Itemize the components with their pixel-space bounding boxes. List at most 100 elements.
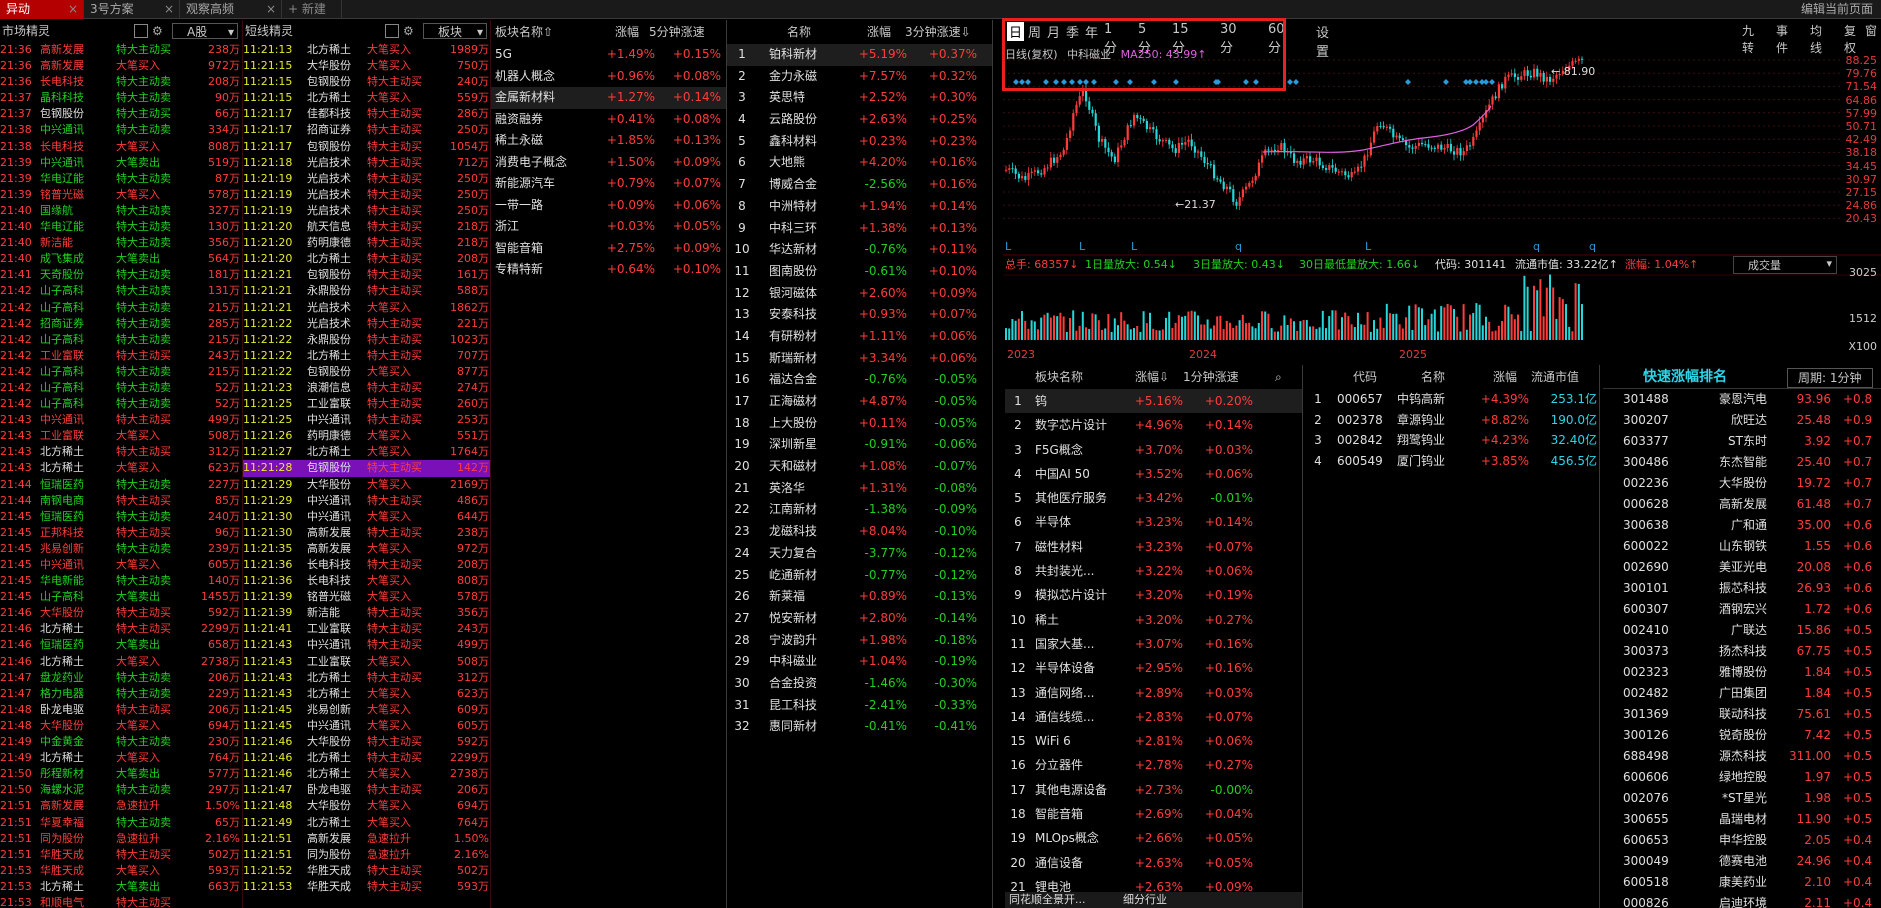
list-item[interactable]: 002323 雅博股份 1.84 +0.5 (1603, 662, 1881, 683)
list-item[interactable]: 21:40 成飞集成 大笔卖出 564万 (0, 251, 242, 267)
list-item[interactable]: 21:40 新洁能 特大主动卖 356万 (0, 235, 242, 251)
list-item[interactable]: 30 合金投资 -1.46% -0.30% (727, 673, 992, 695)
list-item[interactable]: 11:21:43 工业富联 大笔买入 508万 (243, 654, 490, 670)
list-item[interactable]: 21:42 山子高科 特大主动卖 131万 (0, 283, 242, 299)
list-item[interactable]: 11:21:26 药明康德 大笔买入 551万 (243, 428, 490, 444)
list-item[interactable]: 11:21:20 药明康德 特大主动买 218万 (243, 235, 490, 251)
list-item[interactable]: 002236 大华股份 19.72 +0.7 (1603, 473, 1881, 494)
list-item[interactable]: 002410 广联达 15.86 +0.5 (1603, 620, 1881, 641)
list-item[interactable]: 11:21:46 大华股份 特大主动买 592万 (243, 734, 490, 750)
list-item[interactable]: 10 稀土 +3.20% +0.27% (1005, 608, 1302, 632)
list-item[interactable]: 21:42 工业富联 特大主动买 243万 (0, 348, 242, 364)
list-item[interactable]: 21:53 华胜天成 大笔买入 593万 (0, 863, 242, 879)
list-item[interactable]: 融资融券 +0.41% +0.08% (491, 109, 726, 131)
list-item[interactable]: 一带一路 +0.09% +0.06% (491, 195, 726, 217)
search-icon[interactable]: ⌕ (1275, 365, 1282, 389)
list-item[interactable]: 17 正海磁材 +4.87% -0.05% (727, 391, 992, 413)
col-name[interactable]: 名称 (787, 20, 811, 44)
list-item[interactable]: 11:21:13 北方稀土 大笔买入 1989万 (243, 42, 490, 58)
market-select[interactable]: A股 ▾ (172, 23, 238, 39)
list-item[interactable]: 300207 欣旺达 25.48 +0.9 (1603, 410, 1881, 431)
list-item[interactable]: 11:21:22 北方稀土 特大主动买 707万 (243, 348, 490, 364)
list-item[interactable]: 1 钨 +5.16% +0.20% (1005, 389, 1302, 414)
list-item[interactable]: 300486 东杰智能 25.40 +0.7 (1603, 452, 1881, 473)
list-item[interactable]: 8 共封装光... +3.22% +0.06% (1005, 559, 1302, 583)
list-item[interactable]: 21:42 山子高科 特大主动卖 215万 (0, 300, 242, 316)
list-item[interactable]: 21:51 华胜天成 特大主动买 502万 (0, 847, 242, 863)
col-code[interactable]: 代码 (1353, 365, 1377, 389)
col-1min-speed[interactable]: 1分钟涨速 (1183, 365, 1239, 389)
list-item[interactable]: 3 F5G概念 +3.70% +0.03% (1005, 438, 1302, 462)
list-item[interactable]: 4 云路股份 +2.63% +0.25% (727, 109, 992, 131)
list-item[interactable]: 32 惠同新材 -0.41% -0.41% (727, 716, 992, 738)
list-item[interactable]: 21:42 山子高科 特大主动卖 215万 (0, 364, 242, 380)
close-icon[interactable]: × (164, 0, 174, 19)
list-item[interactable]: 19 深圳新星 -0.91% -0.06% (727, 434, 992, 456)
list-item[interactable]: 10 华达新材 -0.76% +0.11% (727, 239, 992, 261)
list-item[interactable]: 11:21:25 工业富联 特大主动买 260万 (243, 396, 490, 412)
list-item[interactable]: 14 有研粉材 +1.11% +0.06% (727, 326, 992, 348)
list-item[interactable]: 21:44 南钢电商 特大主动买 85万 (0, 493, 242, 509)
list-item[interactable]: 12 半导体设备 +2.95% +0.16% (1005, 656, 1302, 680)
list-item[interactable]: 11 图南股份 -0.61% +0.10% (727, 261, 992, 283)
col-name[interactable]: 名称 (1421, 365, 1445, 389)
list-item[interactable]: 21:45 兆易创新 特大主动卖 239万 (0, 541, 242, 557)
list-item[interactable]: 31 昆工科技 -2.41% -0.33% (727, 695, 992, 717)
list-item[interactable]: 18 智能音箱 +2.69% +0.04% (1005, 802, 1302, 826)
list-item[interactable]: 21:37 晶科科技 特大主动卖 90万 (0, 90, 242, 106)
list-item[interactable]: 21:42 招商证券 特大主动卖 285万 (0, 316, 242, 332)
list-item[interactable]: 智能音箱 +2.75% +0.09% (491, 238, 726, 260)
list-item[interactable]: 11:21:39 新洁能 特大主动买 356万 (243, 605, 490, 621)
list-item[interactable]: 21:39 中兴通讯 大笔卖出 519万 (0, 155, 242, 171)
list-item[interactable]: 15 斯瑞新材 +3.34% +0.06% (727, 348, 992, 370)
list-item[interactable]: 2 002378 章源钨业 +8.82% 190.0亿 (1307, 410, 1599, 431)
list-item[interactable]: 21:47 盘龙药业 特大主动卖 206万 (0, 670, 242, 686)
list-item[interactable]: 11:21:29 中兴通讯 特大主动买 486万 (243, 493, 490, 509)
list-item[interactable]: 21:37 包钢股份 特大主动买 66万 (0, 106, 242, 122)
list-item[interactable]: 11:21:41 工业富联 特大主动买 243万 (243, 621, 490, 637)
list-item[interactable]: 11:21:36 长电科技 大笔买入 808万 (243, 573, 490, 589)
list-item[interactable]: 20 天和磁材 +1.08% -0.07% (727, 456, 992, 478)
list-item[interactable]: 7 博威合金 -2.56% +0.16% (727, 174, 992, 196)
list-item[interactable]: 6 大地熊 +4.20% +0.16% (727, 152, 992, 174)
list-item[interactable]: 12 银河磁体 +2.60% +0.09% (727, 283, 992, 305)
list-item[interactable]: 11:21:46 北方稀土 大笔买入 2738万 (243, 766, 490, 782)
list-item[interactable]: 21 英洛华 +1.31% -0.08% (727, 478, 992, 500)
list-item[interactable]: 11:21:23 浪潮信息 特大主动买 274万 (243, 380, 490, 396)
tab-plan3[interactable]: 3号方案 × (84, 0, 180, 19)
list-item[interactable]: 000628 高新发展 61.48 +0.7 (1603, 494, 1881, 515)
list-item[interactable]: 21:43 北方稀土 特大主动买 312万 (0, 444, 242, 460)
close-icon[interactable]: × (68, 0, 78, 19)
list-item[interactable]: 20 通信设备 +2.63% +0.05% (1005, 851, 1302, 875)
col-change[interactable]: 涨幅⇩ (1135, 365, 1169, 389)
col-change[interactable]: 涨幅 (1493, 365, 1517, 389)
period-select[interactable]: 周期: 1分钟 (1787, 368, 1873, 388)
list-item[interactable]: 11:21:51 同为股份 急速拉升 2.16% (243, 847, 490, 863)
list-item[interactable]: 11:21:49 北方稀土 大笔买入 764万 (243, 815, 490, 831)
list-item[interactable]: 26 新莱福 +0.89% -0.13% (727, 586, 992, 608)
list-item[interactable]: 16 福达合金 -0.76% -0.05% (727, 369, 992, 391)
list-item[interactable]: 300101 振芯科技 26.93 +0.6 (1603, 578, 1881, 599)
list-item[interactable]: 300638 广和通 35.00 +0.6 (1603, 515, 1881, 536)
list-item[interactable]: 21:46 北方稀土 大笔买入 2738万 (0, 654, 242, 670)
list-item[interactable]: 18 上大股份 +0.11% -0.05% (727, 413, 992, 435)
list-item[interactable]: 21:51 高新发展 急速拉升 1.50% (0, 798, 242, 814)
list-item[interactable]: 11:21:36 长电科技 特大主动买 208万 (243, 557, 490, 573)
col-sector-name[interactable]: 板块名称 (1035, 365, 1083, 389)
list-item[interactable]: 16 分立器件 +2.78% +0.27% (1005, 753, 1302, 777)
gear-icon[interactable]: ⚙ (403, 20, 414, 42)
list-item[interactable]: 11:21:15 包钢股份 特大主动买 240万 (243, 74, 490, 90)
list-item[interactable]: 11:21:43 北方稀土 特大主动买 312万 (243, 670, 490, 686)
list-item[interactable]: 专精特新 +0.64% +0.10% (491, 259, 726, 281)
list-item[interactable]: 21:36 高新发展 大笔买入 972万 (0, 58, 242, 74)
list-item[interactable]: 688498 源杰科技 311.00 +0.5 (1603, 746, 1881, 767)
list-item[interactable]: 13 通信网络... +2.89% +0.03% (1005, 681, 1302, 705)
list-item[interactable]: 11:21:15 大华股份 大笔买入 750万 (243, 58, 490, 74)
list-item[interactable]: 21:39 华电辽能 特大主动卖 87万 (0, 171, 242, 187)
list-item[interactable]: 11:21:29 大华股份 大笔买入 2169万 (243, 477, 490, 493)
list-item[interactable]: 11:21:52 华胜天成 特大主动买 502万 (243, 863, 490, 879)
list-item[interactable]: 21:42 山子高科 特大主动卖 52万 (0, 396, 242, 412)
list-item[interactable]: 000826 启迪环境 2.11 +0.4 (1603, 893, 1881, 908)
list-item[interactable]: 4 中国AI 50 +3.52% +0.06% (1005, 462, 1302, 486)
list-item[interactable]: 22 江南新材 -1.38% -0.09% (727, 499, 992, 521)
